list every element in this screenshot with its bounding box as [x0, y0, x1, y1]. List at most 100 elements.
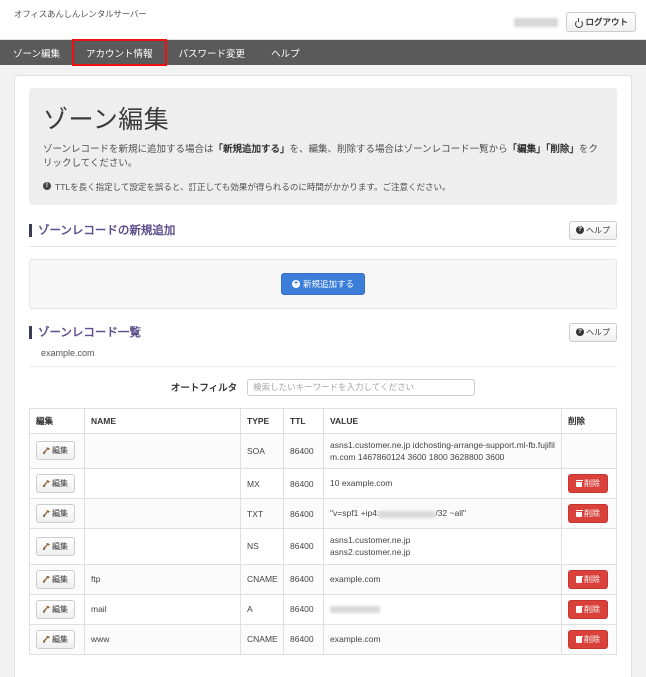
- cell-ttl: 86400: [283, 563, 324, 595]
- cell-edit: 編集: [29, 432, 85, 470]
- desc-strong-delete: 「削除」: [545, 144, 579, 155]
- table-row: 編集 NS 86400 asns1.customer.ne.jp asns2.custo…: [29, 528, 617, 565]
- edit-record-button[interactable]: 編集: [36, 504, 75, 524]
- edit-label: 編集: [52, 541, 68, 551]
- wrench-icon: [43, 575, 50, 583]
- delete-record-button[interactable]: 削除: [568, 629, 608, 649]
- page-jumbotron: ゾーン編集 ゾーンレコードを新規に追加する場合は「新規追加する」を、編集、削除す…: [29, 88, 617, 205]
- cell-type: CNAME: [240, 563, 284, 595]
- value-prefix: "v=spf1 +ip4:: [330, 508, 380, 519]
- cell-type: MX: [240, 468, 284, 500]
- list-section-title-wrap: ゾーンレコード一覧: [29, 324, 141, 340]
- trash-icon: [575, 575, 583, 583]
- th-name: NAME: [84, 407, 241, 434]
- trash-icon: [575, 605, 583, 613]
- top-bar-right: ログアウト: [514, 12, 636, 32]
- delete-record-button[interactable]: 削除: [568, 569, 608, 589]
- cell-delete: [561, 528, 617, 565]
- power-icon: [574, 17, 583, 28]
- nav-item-account-info[interactable]: アカウント情報: [72, 39, 167, 66]
- cell-edit: 編集: [29, 593, 85, 625]
- table-row: 編集 TXT 86400 "v=spf1 +ip4: /32 ~all" 削除: [29, 498, 617, 530]
- cell-delete: 削除: [561, 498, 617, 530]
- edit-record-button[interactable]: 編集: [36, 474, 75, 494]
- cell-ttl: 86400: [283, 498, 324, 530]
- th-type: TYPE: [240, 407, 284, 434]
- section-accent-bar: [29, 325, 32, 339]
- add-record-label: 新規追加する: [302, 278, 354, 289]
- cell-delete: 削除: [561, 468, 617, 500]
- cell-edit: 編集: [29, 623, 85, 655]
- edit-record-button[interactable]: 編集: [36, 441, 75, 461]
- logout-button[interactable]: ログアウト: [566, 12, 636, 32]
- trash-icon: [575, 480, 583, 488]
- edit-label: 編集: [52, 634, 68, 644]
- cell-ttl: 86400: [283, 468, 324, 500]
- ttl-warning-text: TTLを長く指定して設定を誤ると、訂正しても効果が得られるのに時間がかかります。…: [55, 181, 451, 192]
- value-line: 10 example.com: [330, 478, 393, 489]
- cell-value: asns1.customer.ne.jp idchosting-arrange-…: [323, 432, 562, 470]
- auto-filter-row: オートフィルタ: [29, 367, 617, 408]
- nav-label: ゾーン編集: [13, 48, 61, 60]
- question-circle-icon: ?: [576, 226, 584, 234]
- cell-edit: 編集: [29, 563, 85, 595]
- value-line: asns2.customer.ne.jp: [330, 547, 411, 558]
- list-section-help-button[interactable]: ? ヘルプ: [569, 322, 617, 342]
- desc-strong-edit: 「編集」: [507, 144, 546, 155]
- auto-filter-input[interactable]: [247, 378, 476, 396]
- nav-item-password-change[interactable]: パスワード変更: [166, 40, 259, 65]
- cell-edit: 編集: [29, 498, 85, 530]
- cell-edit: 編集: [29, 528, 85, 565]
- desc-part-2: を、編集、削除する場合はゾーンレコード一覧から: [289, 144, 508, 155]
- cell-name: [84, 432, 241, 470]
- add-section-header: ゾーンレコードの新規追加 ? ヘルプ: [29, 220, 617, 247]
- table-row: 編集 SOA 86400 asns1.customer.ne.jp idchostin…: [29, 432, 617, 470]
- content-container: ゾーン編集 ゾーンレコードを新規に追加する場合は「新規追加する」を、編集、削除す…: [14, 75, 632, 677]
- delete-record-button[interactable]: 削除: [568, 504, 608, 524]
- cell-type: NS: [240, 528, 284, 565]
- table-body: 編集 SOA 86400 asns1.customer.ne.jp idchostin…: [29, 432, 617, 655]
- edit-record-button[interactable]: 編集: [36, 536, 75, 556]
- delete-record-button[interactable]: 削除: [568, 474, 608, 494]
- value-line: example.com: [330, 634, 381, 645]
- delete-label: 削除: [584, 634, 600, 644]
- wrench-icon: [43, 542, 50, 550]
- table-head: 編集 NAME TYPE TTL VALUE 削除: [29, 407, 617, 434]
- cell-delete: 削除: [561, 593, 617, 625]
- nav-label: ヘルプ: [271, 48, 300, 60]
- cell-ttl: 86400: [283, 593, 324, 625]
- delete-label: 削除: [584, 509, 600, 519]
- page-title: ゾーン編集: [43, 106, 170, 134]
- add-record-button[interactable]: + 新規追加する: [280, 272, 365, 295]
- edit-record-button[interactable]: 編集: [36, 599, 75, 619]
- value-line: asns1.customer.ne.jp idchosting-arrange-…: [330, 439, 555, 462]
- auto-filter-label: オートフィルタ: [170, 383, 238, 394]
- section-accent-bar: [29, 223, 32, 237]
- cell-ttl: 86400: [283, 528, 324, 565]
- cell-type: SOA: [240, 432, 284, 470]
- zone-domain-name: example.com: [29, 344, 617, 367]
- trash-icon: [575, 635, 583, 643]
- delete-record-button[interactable]: 削除: [568, 599, 608, 619]
- add-section-help-button[interactable]: ? ヘルプ: [569, 220, 617, 240]
- edit-record-button[interactable]: 編集: [36, 569, 75, 589]
- nav-item-zone-edit[interactable]: ゾーン編集: [0, 40, 73, 65]
- cell-value: asns1.customer.ne.jp asns2.customer.ne.jp: [323, 528, 562, 565]
- wrench-icon: [43, 480, 50, 488]
- cell-type: A: [240, 593, 284, 625]
- edit-label: 編集: [52, 446, 68, 456]
- edit-record-button[interactable]: 編集: [36, 629, 75, 649]
- cell-name: www: [84, 623, 241, 655]
- cell-delete: [561, 432, 617, 470]
- cell-type: CNAME: [240, 623, 284, 655]
- add-section-title-wrap: ゾーンレコードの新規追加: [29, 222, 175, 238]
- delete-label: 削除: [584, 604, 600, 614]
- nav-item-help[interactable]: ヘルプ: [258, 40, 313, 65]
- th-ttl: TTL: [283, 407, 324, 434]
- table-row: 編集 MX 86400 10 example.com 削除: [29, 468, 617, 500]
- nav-label: パスワード変更: [178, 48, 246, 60]
- exclamation-circle-icon: !: [43, 181, 51, 190]
- main-navigation: ゾーン編集 アカウント情報 パスワード変更 ヘルプ: [0, 39, 646, 66]
- question-circle-icon: ?: [576, 328, 584, 336]
- wrench-icon: [43, 447, 50, 455]
